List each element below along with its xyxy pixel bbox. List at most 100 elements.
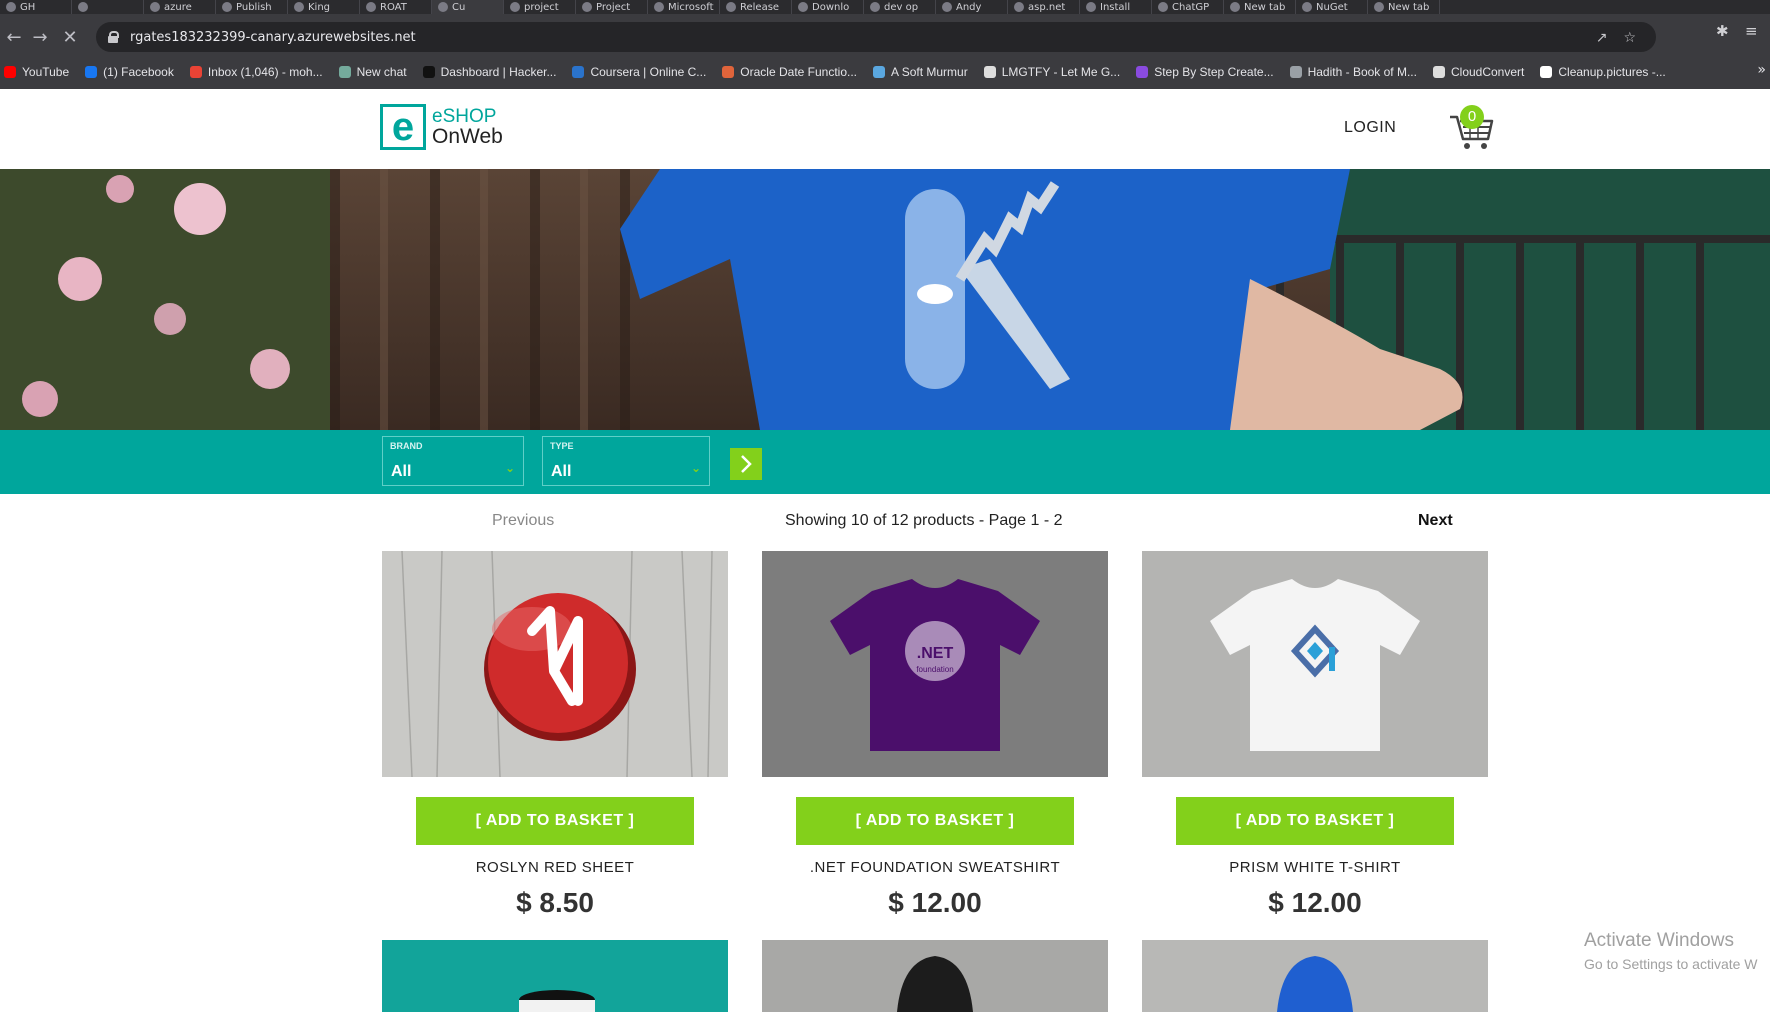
browser-tab[interactable]: GH <box>0 0 72 14</box>
brand-filter-select[interactable]: BRAND All ⌄ <box>382 436 524 486</box>
browser-tab[interactable]: azure <box>144 0 216 14</box>
pager: Previous Showing 10 of 12 products - Pag… <box>0 504 1770 540</box>
hero-image <box>0 169 1770 430</box>
tab-favicon-icon <box>294 2 304 12</box>
site-logo[interactable]: e eSHOP OnWeb <box>380 104 503 150</box>
apply-filter-button[interactable] <box>730 448 762 480</box>
bookmark-favicon-icon <box>85 66 98 78</box>
product-name: ROSLYN RED SHEET <box>475 859 635 876</box>
bookmark-favicon-icon <box>1432 66 1445 78</box>
browser-tab[interactable]: Install <box>1080 0 1152 14</box>
browser-tab[interactable]: project <box>504 0 576 14</box>
browser-tab[interactable]: Project <box>576 0 648 14</box>
browser-chrome: GH azure Publish King ROAT Cu project Project Mi… <box>0 0 1770 89</box>
browser-tab[interactable]: Publish <box>216 0 288 14</box>
type-filter-label: TYPE <box>550 441 574 451</box>
browser-tab[interactable]: NuGet <box>1296 0 1368 14</box>
bookmark-item[interactable]: Inbox (1,046) - moh... <box>189 65 323 79</box>
next-page-link[interactable]: Next <box>1418 512 1453 530</box>
tab-label: GH <box>20 1 36 13</box>
product-name: PRISM WHITE T-SHIRT <box>1229 859 1401 876</box>
tab-label: Downlo <box>812 1 850 13</box>
omnibox-actions: ↗ ☆ <box>1596 30 1636 46</box>
browser-tab[interactable]: King <box>288 0 360 14</box>
add-to-basket-button[interactable]: [ ADD TO BASKET ] <box>416 797 694 845</box>
login-link[interactable]: LOGIN <box>1344 119 1396 137</box>
product-image[interactable] <box>1142 940 1488 1012</box>
product-image[interactable] <box>1142 551 1488 777</box>
tab-favicon-icon <box>1086 2 1096 12</box>
previous-page-link[interactable]: Previous <box>492 512 554 530</box>
stop-loading-icon[interactable]: ✕ <box>56 23 84 51</box>
browser-tab[interactable]: Andy <box>936 0 1008 14</box>
browser-tab[interactable]: Downlo <box>792 0 864 14</box>
bookmark-item[interactable]: Cleanup.pictures -... <box>1540 65 1666 79</box>
tab-favicon-icon <box>1302 2 1312 12</box>
tab-label: ChatGP <box>1172 1 1210 13</box>
bookmark-label: Cleanup.pictures -... <box>1558 65 1666 79</box>
bookmark-item[interactable]: Step By Step Create... <box>1136 65 1274 79</box>
browser-tab[interactable]: Cu <box>432 0 504 14</box>
tab-label: Install <box>1100 1 1131 13</box>
bookmark-item[interactable]: CloudConvert <box>1432 65 1524 79</box>
tshirt-logo-text: .NET <box>917 645 954 662</box>
browser-tab[interactable]: asp.net <box>1008 0 1080 14</box>
forward-icon[interactable]: → <box>26 23 54 51</box>
product-name: .NET FOUNDATION SWEATSHIRT <box>809 859 1061 876</box>
bookmark-label: (1) Facebook <box>103 65 174 79</box>
browser-tab[interactable]: dev op <box>864 0 936 14</box>
add-to-basket-button[interactable]: [ ADD TO BASKET ] <box>1176 797 1454 845</box>
bookmark-item[interactable]: New chat <box>338 65 407 79</box>
browser-tab[interactable] <box>72 0 144 14</box>
tab-favicon-icon <box>1230 2 1240 12</box>
bookmark-item[interactable]: Oracle Date Functio... <box>722 65 857 79</box>
url-text: rgates183232399-canary.azurewebsites.net <box>130 29 416 45</box>
bookmark-label: Coursera | Online C... <box>590 65 707 79</box>
type-filter-select[interactable]: TYPE All ⌄ <box>542 436 710 486</box>
browser-tab[interactable]: New tab <box>1224 0 1296 14</box>
extensions-icon[interactable]: ✱ <box>1716 22 1729 40</box>
add-to-basket-button[interactable]: [ ADD TO BASKET ] <box>796 797 1074 845</box>
product-price: $ 12.00 <box>888 887 982 918</box>
reading-list-icon[interactable]: ≡ <box>1745 22 1758 40</box>
browser-tab[interactable]: Release <box>720 0 792 14</box>
browser-tab[interactable]: Microsoft <box>648 0 720 14</box>
bookmark-item[interactable]: Dashboard | Hacker... <box>422 65 556 79</box>
chevron-down-icon: ⌄ <box>504 461 515 475</box>
product-image[interactable] <box>382 940 728 1012</box>
tab-favicon-icon <box>942 2 952 12</box>
tab-label: New tab <box>1388 1 1430 13</box>
bookmark-item[interactable]: LMGTFY - Let Me G... <box>983 65 1121 79</box>
tab-favicon-icon <box>78 2 88 12</box>
back-icon[interactable]: ← <box>0 23 28 51</box>
bookmark-item[interactable]: (1) Facebook <box>85 65 174 79</box>
share-icon[interactable]: ↗ <box>1596 30 1608 46</box>
tab-label: Release <box>740 1 780 13</box>
bookmark-label: Oracle Date Functio... <box>740 65 858 79</box>
bookmark-item[interactable]: Coursera | Online C... <box>572 65 706 79</box>
address-input[interactable]: rgates183232399-canary.azurewebsites.net… <box>96 22 1656 52</box>
tab-favicon-icon <box>582 2 592 12</box>
product-image[interactable]: .NET foundation <box>762 551 1108 777</box>
bookmark-favicon-icon <box>1136 66 1149 78</box>
browser-tab[interactable]: New tab <box>1368 0 1440 14</box>
bookmark-label: LMGTFY - Let Me G... <box>1001 65 1121 79</box>
bookmarks-bar: YouTube (1) Facebook Inbox (1,046) - moh..… <box>0 60 1770 84</box>
browser-tab[interactable]: ROAT <box>360 0 432 14</box>
tab-favicon-icon <box>1158 2 1168 12</box>
bookmark-item[interactable]: A Soft Murmur <box>873 65 968 79</box>
bookmarks-overflow-button[interactable]: » <box>1757 62 1766 78</box>
bookmark-label: A Soft Murmur <box>891 65 968 79</box>
bookmark-favicon-icon <box>1289 66 1302 78</box>
tab-favicon-icon <box>1014 2 1024 12</box>
bookmark-favicon-icon <box>338 66 351 78</box>
product-image[interactable] <box>382 551 728 777</box>
tab-label: Project <box>596 1 631 13</box>
product-image[interactable] <box>762 940 1108 1012</box>
bookmark-item[interactable]: YouTube <box>4 65 69 79</box>
site-header: e eSHOP OnWeb LOGIN 0 <box>0 89 1770 169</box>
bookmark-item[interactable]: Hadith - Book of M... <box>1289 65 1417 79</box>
tab-label: Cu <box>452 1 466 13</box>
browser-tab[interactable]: ChatGP <box>1152 0 1224 14</box>
bookmark-star-icon[interactable]: ☆ <box>1623 30 1636 46</box>
